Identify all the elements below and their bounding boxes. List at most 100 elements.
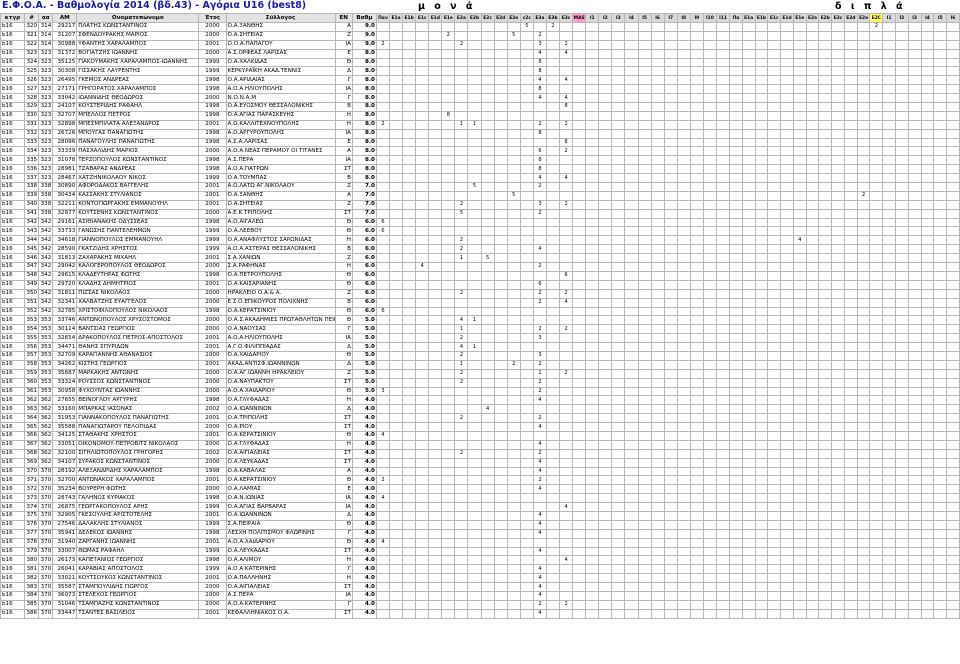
singles-score-cell <box>493 359 508 370</box>
singles-score-cell <box>389 102 404 112</box>
singles-score-cell <box>545 439 561 450</box>
singles-score-cell <box>375 270 391 281</box>
singles-score-cell <box>572 119 587 130</box>
singles-score-cell <box>415 48 430 59</box>
singles-score-cell <box>624 128 639 139</box>
singles-score-cell <box>637 235 652 246</box>
club-name: Ο.Α.ΙΩΑΝΝΙΝΩΝ <box>225 510 336 521</box>
singles-score-cell <box>572 75 587 86</box>
singles-score-cell <box>545 48 561 59</box>
category-cell: b16 <box>0 253 25 264</box>
doubles-score-cell <box>907 75 922 86</box>
doubles-score-cell <box>933 386 948 397</box>
position-cell: 370 <box>38 582 54 592</box>
doubles-score-cell <box>741 57 756 68</box>
singles-score-cell <box>702 93 717 104</box>
singles-score-cell <box>480 164 495 175</box>
table-row: b16 366 362 34125 ΣΤΑΘΑΚΗΣ ΧΡΗΣΤΟΣ 2001 Ο.Α.ΚΕ… <box>0 430 960 441</box>
singles-score-cell <box>428 377 443 388</box>
points-cell: 6.0 <box>351 288 377 299</box>
singles-score-cell <box>559 564 574 575</box>
doubles-score-cell <box>933 288 948 299</box>
singles-score-cell <box>689 537 704 548</box>
doubles-score-cell <box>805 119 820 130</box>
singles-score-cell <box>545 75 561 86</box>
doubles-score-cell <box>767 591 782 601</box>
singles-score-cell <box>441 591 456 601</box>
doubles-score-cell <box>843 502 858 512</box>
singles-score-cell <box>702 199 717 210</box>
doubles-score-cell <box>907 137 922 148</box>
doubles-score-cell <box>767 368 782 379</box>
doubles-score-cell <box>729 30 743 41</box>
singles-score-cell: 4 <box>532 573 547 584</box>
doubles-score-cell <box>843 110 858 121</box>
birth-year-cell: 1998 <box>198 155 227 166</box>
position-cell: 342 <box>38 297 54 308</box>
player-name: ΤΣΑΝΤΕΣ ΒΑΣΙΛΕΙΟΣ <box>76 608 200 619</box>
singles-score-cell <box>519 350 534 361</box>
singles-score-cell <box>375 350 391 361</box>
doubles-score-cell <box>729 244 743 255</box>
rank-cell: 356 <box>23 342 40 352</box>
singles-score-cell <box>480 93 495 104</box>
doubles-score-cell <box>895 253 909 264</box>
singles-score-cell <box>415 324 430 335</box>
singles-score-cell <box>480 182 495 192</box>
singles-score-cell <box>702 173 717 184</box>
doubles-score-cell <box>818 493 833 504</box>
rank-cell: 355 <box>23 333 40 344</box>
doubles-score-cell <box>946 217 960 228</box>
singles-score-cell <box>585 582 600 592</box>
doubles-score-cell <box>767 430 782 441</box>
singles-score-cell <box>480 582 495 592</box>
doubles-score-cell <box>920 306 935 317</box>
table-row: b16 322 314 30988 ΥΦΑΝΤΗΣ ΧΑΡΑΛΑΜΠΟΣ 2001 Ο.Ο.… <box>0 39 960 50</box>
singles-score-cell <box>375 573 391 584</box>
birth-year-cell: 2001 <box>198 537 227 548</box>
singles-score-cell: 6 <box>375 306 391 317</box>
singles-score-cell <box>676 217 691 228</box>
doubles-score-cell <box>895 128 909 139</box>
doubles-score-cell <box>767 128 782 139</box>
doubles-score-cell <box>895 448 909 459</box>
position-cell: 353 <box>38 333 54 344</box>
singles-score-cell <box>624 591 639 601</box>
singles-score-cell <box>389 244 404 255</box>
singles-score-cell <box>585 39 600 50</box>
singles-score-cell <box>624 599 639 610</box>
doubles-score-cell <box>920 173 935 184</box>
singles-score-cell <box>689 422 704 432</box>
singles-score-cell <box>598 510 613 521</box>
player-name: ΧΑΛΒΑΤΖΗΣ ΕΥΑΓΓΕΛΟΣ <box>76 297 200 308</box>
singles-score-cell <box>611 199 626 210</box>
singles-score-cell <box>402 546 417 557</box>
doubles-score-cell <box>869 502 884 512</box>
doubles-score-cell <box>792 262 807 272</box>
doubles-score-cell <box>843 279 858 290</box>
position-cell: 342 <box>38 270 54 281</box>
doubles-score-cell <box>729 350 743 361</box>
doubles-score-cell <box>856 39 871 50</box>
singles-score-cell <box>637 404 652 415</box>
singles-score-cell <box>428 333 443 344</box>
doubles-score-cell <box>729 333 743 344</box>
singles-score-cell <box>637 217 652 228</box>
doubles-score-cell <box>767 342 782 352</box>
singles-score-cell <box>441 164 456 175</box>
singles-score-cell <box>624 439 639 450</box>
doubles-score-cell <box>805 475 820 486</box>
singles-score-cell <box>545 573 561 584</box>
singles-score-cell <box>402 39 417 50</box>
singles-score-cell <box>506 564 521 575</box>
singles-score-cell <box>663 457 678 468</box>
doubles-score-cell <box>741 270 756 281</box>
doubles-score-cell <box>818 39 833 50</box>
singles-score-cell <box>506 422 521 432</box>
singles-score-cell <box>415 279 430 290</box>
singles-score-cell <box>402 102 417 112</box>
table-row: b16 333 323 28096 ΠΑΝΑΓΟΥΛΗΣ ΠΑΝΑΓΙΩΤΗΣ 1998 Α… <box>0 137 960 148</box>
doubles-score-cell <box>805 30 820 41</box>
singles-score-cell <box>598 493 613 504</box>
singles-score-cell: 2 <box>454 199 469 210</box>
